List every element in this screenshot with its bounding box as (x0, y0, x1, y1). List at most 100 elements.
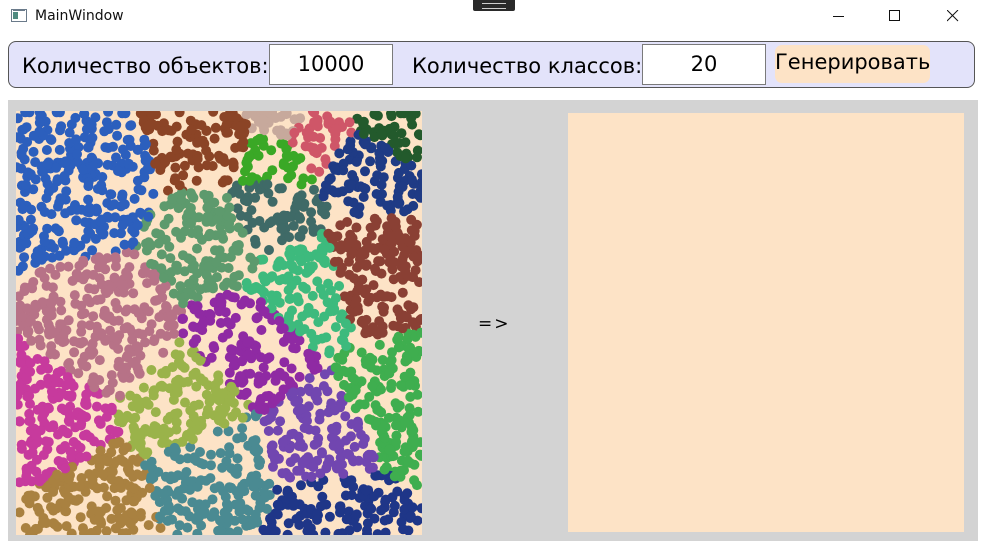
data-point (16, 507, 25, 518)
data-point (204, 151, 215, 162)
data-point (300, 141, 311, 152)
data-point (237, 514, 248, 525)
data-point (274, 183, 285, 194)
data-point (373, 256, 384, 267)
data-point (20, 179, 31, 190)
maximize-icon (889, 10, 900, 21)
data-point (379, 464, 390, 475)
data-point (321, 332, 332, 343)
data-point (198, 459, 209, 470)
data-point (231, 240, 242, 251)
data-point (150, 295, 161, 306)
data-point (93, 514, 103, 525)
data-point (189, 304, 200, 315)
data-point (52, 174, 63, 185)
data-point (92, 453, 103, 464)
data-point (51, 162, 62, 173)
data-point (288, 387, 299, 398)
generate-button[interactable]: Генерировать (775, 45, 930, 83)
data-point (134, 403, 145, 414)
data-point (219, 112, 230, 122)
data-point (113, 166, 123, 176)
data-point (254, 460, 265, 471)
data-point (192, 137, 203, 148)
data-point (211, 257, 222, 268)
data-point (407, 174, 417, 185)
data-point (54, 334, 65, 345)
data-point (251, 443, 262, 454)
data-point (148, 145, 159, 156)
data-point (309, 184, 319, 195)
data-point (75, 512, 86, 523)
data-point (156, 249, 167, 260)
data-point (306, 216, 317, 227)
data-point (242, 337, 253, 348)
data-point (341, 514, 352, 525)
data-point (295, 438, 306, 449)
data-point (202, 202, 213, 213)
data-point (44, 422, 55, 433)
data-point (337, 262, 347, 273)
data-point (341, 341, 352, 351)
data-point (174, 520, 185, 531)
minimize-button[interactable] (816, 0, 862, 33)
data-point (221, 499, 232, 509)
data-point (241, 387, 252, 398)
data-point (289, 497, 300, 508)
maximize-button[interactable] (872, 0, 918, 33)
data-point (63, 492, 74, 502)
scatter-canvas (16, 111, 422, 535)
data-point (359, 433, 370, 444)
data-point (146, 471, 157, 482)
data-point (200, 499, 211, 510)
data-point (170, 162, 181, 173)
data-point (256, 325, 267, 335)
drag-grip-icon[interactable] (473, 0, 515, 11)
settings-toolbar: Количество объектов: 10000 Количество кл… (8, 41, 975, 88)
data-point (159, 201, 170, 212)
data-point (371, 216, 382, 227)
close-button[interactable] (930, 0, 976, 33)
data-point (41, 145, 52, 155)
data-point (398, 524, 408, 535)
data-point (188, 338, 199, 348)
data-point (89, 284, 100, 295)
data-point (72, 149, 82, 160)
data-point (318, 289, 329, 300)
data-point (254, 133, 265, 144)
data-point (319, 311, 330, 322)
data-point (388, 320, 399, 331)
data-point (349, 207, 360, 218)
data-point (264, 245, 274, 255)
app-icon (11, 9, 27, 22)
data-point (41, 193, 52, 204)
data-point (266, 441, 277, 452)
data-point (220, 307, 231, 318)
data-point (374, 316, 385, 327)
data-point (384, 368, 395, 379)
data-point (380, 527, 391, 535)
data-point (112, 505, 123, 516)
classes-count-input[interactable]: 20 (642, 44, 766, 85)
data-point (388, 274, 399, 285)
data-point (50, 373, 61, 384)
data-point (391, 420, 401, 431)
data-point (175, 281, 186, 292)
data-point (140, 449, 151, 460)
data-point (138, 382, 149, 393)
data-point (195, 355, 206, 366)
data-point (324, 174, 335, 185)
data-point (22, 137, 33, 147)
data-point (300, 283, 311, 294)
objects-count-input[interactable]: 10000 (269, 44, 393, 85)
data-point (250, 192, 261, 203)
data-point (151, 228, 162, 239)
data-point (301, 267, 312, 278)
data-point (345, 236, 356, 247)
data-point (335, 313, 346, 324)
data-point (320, 527, 331, 535)
data-point (287, 305, 297, 316)
data-point (282, 529, 293, 535)
data-point (101, 311, 112, 322)
data-point (224, 367, 235, 378)
